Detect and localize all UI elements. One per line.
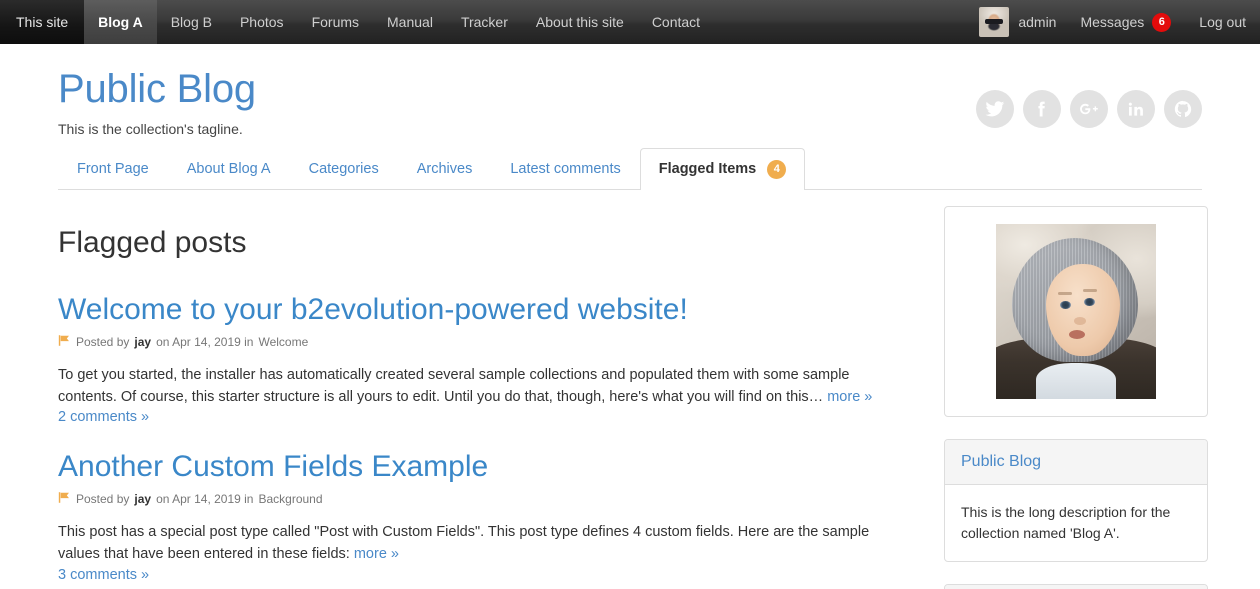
post-category: Background: [258, 491, 323, 506]
post-more-link[interactable]: more »: [354, 546, 399, 562]
widget-about-body: This is the long description for the col…: [945, 485, 1207, 561]
evobar-item-blog-b[interactable]: Blog B: [157, 0, 226, 44]
messages-label: Messages: [1080, 14, 1145, 30]
tab-archives[interactable]: Archives: [398, 148, 492, 189]
page-shell: Public Blog This is the collection's tag…: [0, 44, 1260, 589]
post-author: jay: [134, 334, 152, 349]
flag-icon: [58, 334, 71, 350]
facebook-icon: [1032, 99, 1052, 119]
social-link-facebook[interactable]: [1023, 90, 1061, 128]
linkedin-icon: [1126, 99, 1146, 119]
site-header: Public Blog This is the collection's tag…: [58, 44, 1202, 138]
post-comments-link[interactable]: 2 comments »: [58, 409, 149, 425]
post-item: Another Custom Fields Example Posted by …: [58, 450, 910, 583]
post-title: Welcome to your b2evolution-powered webs…: [58, 293, 910, 328]
post-author: jay: [134, 491, 152, 506]
flag-icon: [58, 491, 71, 507]
widget-photo-body: [945, 207, 1207, 416]
twitter-icon: [985, 99, 1005, 119]
post-excerpt-text: To get you started, the installer has au…: [58, 366, 850, 405]
tab-about-blog-a[interactable]: About Blog A: [168, 148, 290, 189]
evobar-left-group: This site Blog A Blog B Photos Forums Ma…: [0, 0, 714, 44]
tab-flagged-items[interactable]: Flagged Items 4: [639, 148, 806, 190]
widget-search: Search: [944, 584, 1208, 589]
post-excerpt: To get you started, the installer has au…: [58, 364, 910, 409]
post-more-link[interactable]: more »: [827, 389, 872, 405]
post-meta-prefix: Posted by: [76, 491, 130, 506]
post-meta-date: on Apr 14, 2019 in: [156, 491, 254, 506]
messages-count-badge: 6: [1152, 12, 1172, 32]
evobar-item-this-site[interactable]: This site: [0, 0, 85, 44]
post-item: Welcome to your b2evolution-powered webs…: [58, 293, 910, 426]
baby-photo: [996, 224, 1156, 399]
tab-categories[interactable]: Categories: [290, 148, 398, 189]
tab-latest-comments[interactable]: Latest comments: [491, 148, 639, 189]
github-icon: [1173, 99, 1193, 119]
widget-title-public-blog[interactable]: Public Blog: [945, 440, 1207, 485]
post-excerpt: This post has a special post type called…: [58, 521, 910, 566]
evobar-item-manual[interactable]: Manual: [373, 0, 447, 44]
flagged-items-count-badge: 4: [767, 160, 787, 179]
evobar-item-tracker[interactable]: Tracker: [447, 0, 522, 44]
post-meta-prefix: Posted by: [76, 334, 130, 349]
messages-link[interactable]: Messages 6: [1066, 0, 1185, 44]
social-link-google-plus[interactable]: [1070, 90, 1108, 128]
post-comments-link[interactable]: 3 comments »: [58, 567, 149, 583]
sidebar: Public Blog This is the long description…: [944, 206, 1208, 589]
tab-front-page[interactable]: Front Page: [58, 148, 168, 189]
collection-long-description: This is the long description for the col…: [961, 504, 1171, 541]
widget-title-search: Search: [945, 585, 1207, 589]
post-title-link[interactable]: Another Custom Fields Example: [58, 450, 488, 483]
post-title-link[interactable]: Welcome to your b2evolution-powered webs…: [58, 293, 688, 326]
social-links: [976, 90, 1202, 128]
username-label: admin: [1018, 14, 1057, 30]
post-title: Another Custom Fields Example: [58, 450, 910, 485]
avatar: [979, 7, 1010, 37]
page-container: Public Blog This is the collection's tag…: [58, 44, 1208, 589]
evobar-item-forums[interactable]: Forums: [298, 0, 373, 44]
widget-collection-about: Public Blog This is the long description…: [944, 439, 1208, 562]
user-menu[interactable]: admin: [975, 0, 1066, 44]
collection-tabs: Front Page About Blog A Categories Archi…: [58, 148, 1202, 190]
evobar-item-blog-a[interactable]: Blog A: [84, 0, 157, 44]
widget-photo: [944, 206, 1208, 417]
social-link-linkedin[interactable]: [1117, 90, 1155, 128]
evobar-item-photos[interactable]: Photos: [226, 0, 298, 44]
social-link-twitter[interactable]: [976, 90, 1014, 128]
post-meta: Posted by jay on Apr 14, 2019 in Backgro…: [58, 491, 910, 507]
evobar-right-group: admin Messages 6 Log out: [975, 0, 1260, 44]
post-excerpt-text: This post has a special post type called…: [58, 523, 870, 563]
main-column: Flagged posts Welcome to your b2evolutio…: [58, 206, 910, 589]
section-heading: Flagged posts: [58, 226, 247, 259]
google-plus-icon: [1078, 99, 1100, 119]
post-meta: Posted by jay on Apr 14, 2019 in Welcome: [58, 334, 910, 350]
tab-flagged-items-label: Flagged Items: [658, 161, 757, 177]
social-link-github[interactable]: [1164, 90, 1202, 128]
content-row: Flagged posts Welcome to your b2evolutio…: [58, 190, 1208, 589]
logout-link[interactable]: Log out: [1185, 0, 1260, 44]
evobar-item-contact[interactable]: Contact: [638, 0, 714, 44]
post-meta-date: on Apr 14, 2019 in: [156, 334, 254, 349]
post-category: Welcome: [258, 334, 309, 349]
evobar-item-about-this-site[interactable]: About this site: [522, 0, 638, 44]
evobar: This site Blog A Blog B Photos Forums Ma…: [0, 0, 1260, 44]
